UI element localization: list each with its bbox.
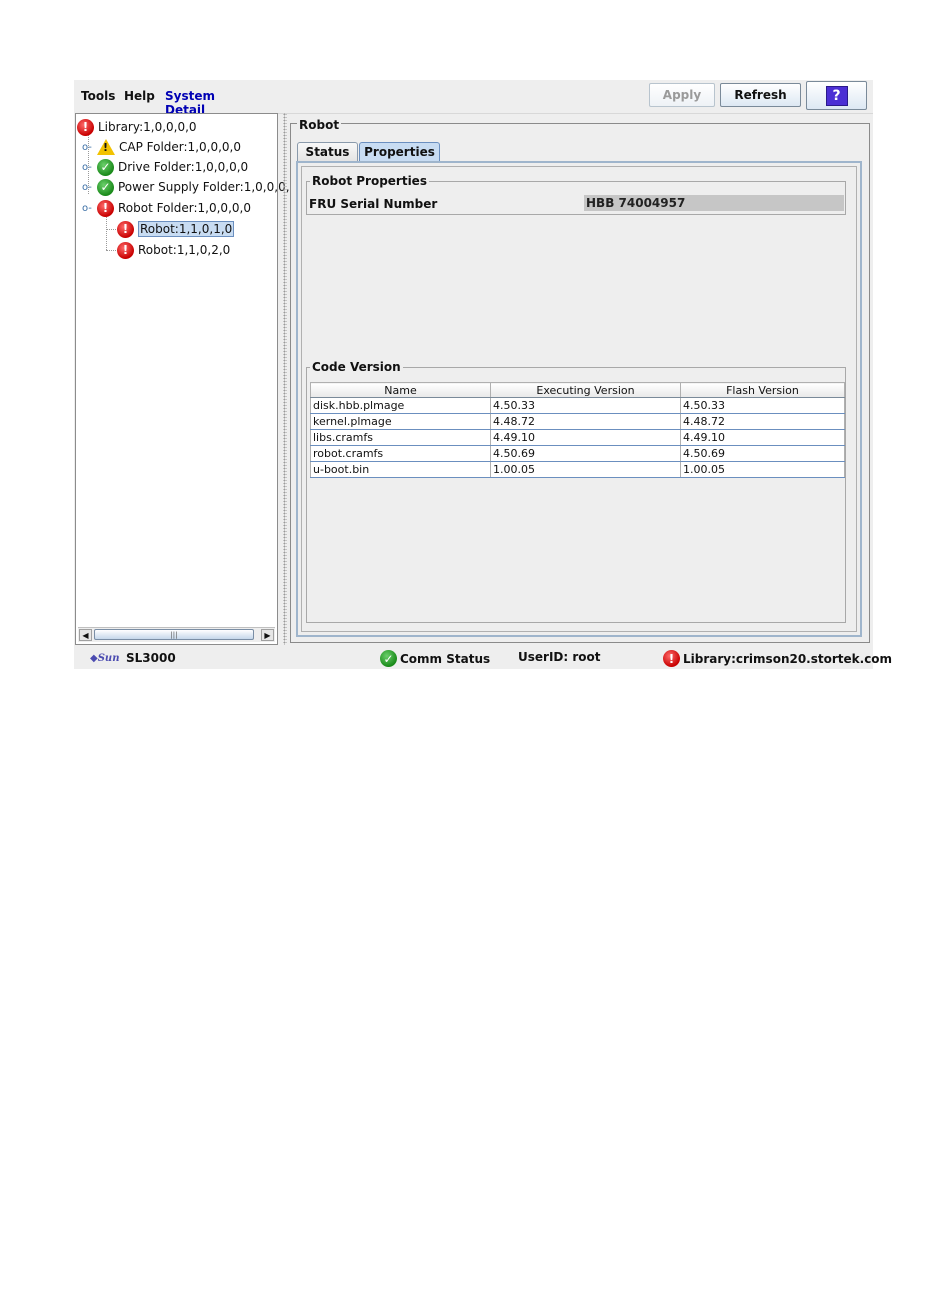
tab-status[interactable]: Status	[297, 142, 358, 161]
error-icon: !	[117, 220, 134, 238]
cell-executing: 4.49.10	[490, 429, 681, 446]
sun-logo: ◆ Sun	[90, 652, 120, 664]
tree-item-label: Drive Folder:1,0,0,0,0	[118, 160, 249, 174]
product-info: ◆ Sun SL3000	[90, 650, 176, 666]
cell-flash: 4.50.69	[680, 445, 845, 462]
tree-item-power-supply-folder[interactable]: ✓ Power Supply Folder:1,0,0,0,	[97, 177, 290, 197]
tree-item-cap-folder[interactable]: ! CAP Folder:1,0,0,0,0	[97, 137, 241, 157]
error-icon: !	[117, 241, 134, 259]
robot-panel: Robot Status Properties Robot Properties…	[290, 118, 870, 643]
column-header-flash[interactable]: Flash Version	[680, 382, 845, 398]
tree-item-label: CAP Folder:1,0,0,0,0	[119, 140, 241, 154]
library-status[interactable]: ! Library:crimson20.stortek.com	[663, 650, 892, 667]
menu-help[interactable]: Help	[124, 89, 155, 103]
robot-properties-group: Robot Properties FRU Serial Number HBB 7…	[306, 174, 846, 215]
table-row[interactable]: libs.cramfs 4.49.10 4.49.10	[310, 429, 845, 446]
product-name: SL3000	[126, 651, 176, 665]
tree-item-drive-folder[interactable]: ✓ Drive Folder:1,0,0,0,0	[97, 157, 248, 177]
expand-handle-icon[interactable]: o-	[82, 142, 92, 153]
code-version-group: Code Version Name Executing Version Flas…	[306, 360, 846, 623]
cell-flash: 4.48.72	[680, 413, 845, 430]
table-row[interactable]: u-boot.bin 1.00.05 1.00.05	[310, 461, 845, 478]
table-header-row: Name Executing Version Flash Version	[310, 382, 845, 398]
horizontal-scrollbar[interactable]: ◀ ||| ▶	[78, 627, 275, 642]
cell-executing: 1.00.05	[490, 461, 681, 478]
status-bar: ◆ Sun SL3000 ✓ Comm Status UserID: root !…	[74, 645, 892, 669]
app-window: Tools Help System Detail Apply Refresh ?…	[74, 80, 892, 669]
error-icon: !	[97, 199, 114, 217]
cell-executing: 4.50.69	[490, 445, 681, 462]
tree-item-label: Library:1,0,0,0,0	[98, 120, 197, 134]
collapse-handle-icon[interactable]: o-	[82, 203, 92, 214]
tree-item-label: Robot Folder:1,0,0,0,0	[118, 201, 251, 215]
tree-item-robot-2[interactable]: ! Robot:1,1,0,2,0	[117, 240, 230, 260]
tab-properties[interactable]: Properties	[359, 142, 440, 161]
tree-panel: ! Library:1,0,0,0,0 o- ! CAP Folder:1,0,…	[75, 113, 290, 645]
cell-executing: 4.48.72	[490, 413, 681, 430]
code-version-title: Code Version	[310, 360, 403, 374]
column-header-executing[interactable]: Executing Version	[490, 382, 681, 398]
table-row[interactable]: disk.hbb.plmage 4.50.33 4.50.33	[310, 397, 845, 414]
cell-flash: 1.00.05	[680, 461, 845, 478]
scrollbar-thumb[interactable]: |||	[94, 629, 254, 640]
menu-bar: Tools Help System Detail	[74, 80, 256, 117]
help-button[interactable]: ?	[806, 81, 867, 110]
column-header-name[interactable]: Name	[310, 382, 491, 398]
comm-status[interactable]: ✓ Comm Status	[380, 650, 490, 667]
fru-serial-value: HBB 74004957	[584, 195, 844, 211]
tree-item-robot-1[interactable]: ! Robot:1,1,0,1,0	[117, 219, 235, 239]
library-status-label: Library:crimson20.stortek.com	[683, 651, 893, 666]
tree-item-label: Power Supply Folder:1,0,0,0,	[118, 180, 290, 194]
cell-executing: 4.50.33	[490, 397, 681, 414]
fru-serial-label: FRU Serial Number	[309, 197, 438, 211]
table-row[interactable]: robot.cramfs 4.50.69 4.50.69	[310, 445, 845, 462]
cell-name: libs.cramfs	[310, 429, 491, 446]
robot-properties-title: Robot Properties	[310, 174, 429, 188]
tree-item-label: Robot:1,1,0,1,0	[138, 221, 235, 237]
tree-item-label: Robot:1,1,0,2,0	[138, 243, 231, 257]
panel-title: Robot	[297, 118, 342, 132]
comm-status-label: Comm Status	[400, 651, 491, 666]
check-icon: ✓	[380, 650, 397, 667]
apply-button[interactable]: Apply	[649, 83, 715, 107]
error-icon: !	[663, 650, 680, 667]
expand-handle-icon[interactable]: o-	[82, 182, 92, 193]
tree-item-library[interactable]: ! Library:1,0,0,0,0	[77, 117, 197, 137]
expand-handle-icon[interactable]: o-	[82, 162, 92, 173]
check-icon: ✓	[97, 178, 114, 196]
code-version-table[interactable]: Name Executing Version Flash Version dis…	[310, 382, 845, 478]
cell-name: kernel.plmage	[310, 413, 491, 430]
warning-icon: !	[97, 139, 115, 155]
scroll-right-icon[interactable]: ▶	[261, 629, 274, 641]
cell-flash: 4.49.10	[680, 429, 845, 446]
cell-name: disk.hbb.plmage	[310, 397, 491, 414]
check-icon: ✓	[97, 158, 114, 176]
question-mark-icon: ?	[825, 85, 848, 106]
error-icon: !	[77, 118, 94, 136]
toolbar: Apply Refresh ?	[256, 80, 873, 114]
tab-content: Robot Properties FRU Serial Number HBB 7…	[296, 161, 862, 637]
scroll-left-icon[interactable]: ◀	[79, 629, 92, 641]
refresh-button[interactable]: Refresh	[720, 83, 801, 107]
cell-flash: 4.50.33	[680, 397, 845, 414]
cell-name: u-boot.bin	[310, 461, 491, 478]
cell-name: robot.cramfs	[310, 445, 491, 462]
user-id: UserID: root	[518, 650, 601, 664]
tree-item-robot-folder[interactable]: ! Robot Folder:1,0,0,0,0	[97, 198, 251, 218]
menu-tools[interactable]: Tools	[81, 89, 115, 103]
table-row[interactable]: kernel.plmage 4.48.72 4.48.72	[310, 413, 845, 430]
